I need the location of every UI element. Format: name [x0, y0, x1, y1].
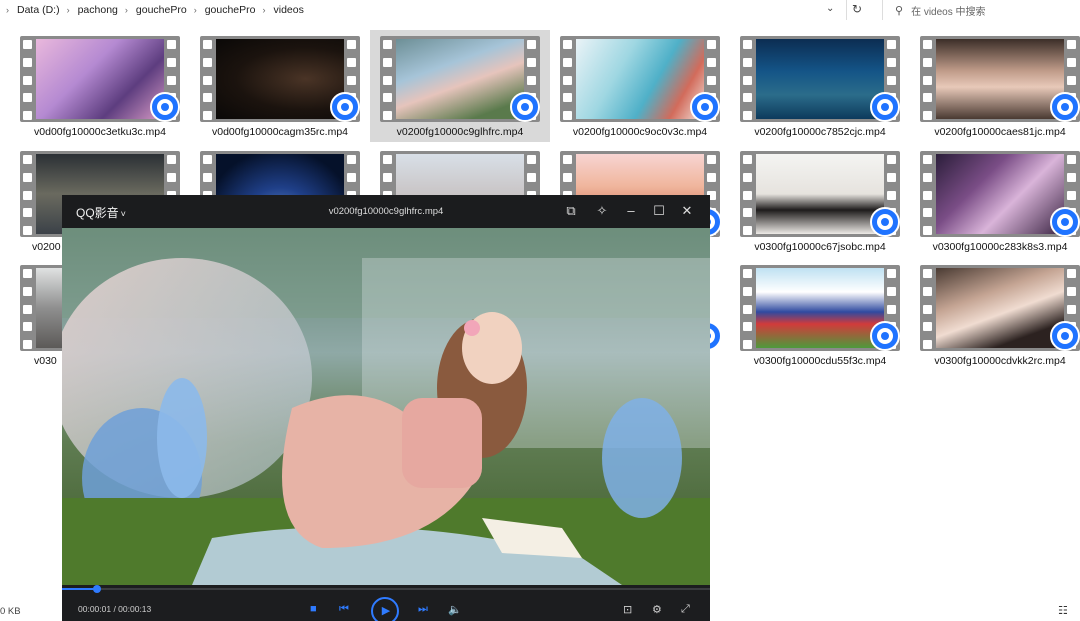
file-name: v0300fg10000c67jsobc.mp4 [754, 241, 886, 253]
seek-fill [62, 588, 97, 590]
file-item-selected[interactable]: v0200fg10000c9glhfrc.mp4 [370, 30, 550, 142]
qq-player-icon [690, 92, 720, 122]
search-placeholder: 在 videos 中搜索 [911, 6, 986, 18]
file-name: v0d00fg10000cagm35rc.mp4 [211, 126, 348, 138]
file-item[interactable]: v0300fg10000c283k8s3.mp4 [900, 145, 1080, 257]
video-frame[interactable] [62, 228, 710, 585]
file-item[interactable]: v0200fg10000c7852cjc.mp4 [720, 30, 900, 142]
next-icon[interactable]: ⏭ [418, 603, 428, 616]
playback-time: 00:00:01 / 00:00:13 [78, 604, 152, 614]
breadcrumb-item-gouchepro-2[interactable]: gouchePro [204, 4, 257, 16]
settings-icon[interactable]: ⚙ [652, 603, 662, 616]
file-item[interactable]: v0d00fg10000c3etku3c.mp4 [0, 30, 180, 142]
player-controls: 00:00:01 / 00:00:13 ■ ⏮ ▶ ⏭ 🔈 ⊡ ⚙ ⤢ [62, 593, 710, 621]
screenshot-tool-icon[interactable]: ⊡ [623, 603, 632, 616]
previous-icon[interactable]: ⏮ [339, 603, 349, 616]
volume-icon[interactable]: 🔈 [448, 603, 462, 616]
breadcrumb-item-drive[interactable]: Data (D:) [16, 4, 61, 16]
file-name: v0200fg10000c7852cjc.mp4 [754, 126, 886, 138]
file-name: v0200fg10000caes81jc.mp4 [934, 126, 1066, 138]
pin-icon[interactable]: ✧ [594, 203, 610, 219]
file-name: v0d00fg10000c3etku3c.mp4 [34, 126, 166, 138]
file-item[interactable]: v0200fg10000caes81jc.mp4 [900, 30, 1080, 142]
breadcrumb-chevron-icon: › [66, 5, 70, 15]
minimize-button[interactable]: – [623, 203, 639, 219]
player-title: v0200fg10000c9glhfrc.mp4 [328, 206, 444, 217]
address-bar[interactable]: › Data (D:) › pachong › gouchePro › gouc… [0, 0, 872, 20]
play-button[interactable]: ▶ [371, 597, 399, 621]
qq-player-icon [150, 92, 180, 122]
qq-player-icon [330, 92, 360, 122]
search-box[interactable]: ⚲ 在 videos 中搜索 [882, 0, 1080, 20]
breadcrumb-chevron-icon: › [262, 5, 266, 15]
status-size: 0 KB [0, 606, 21, 617]
breadcrumb-item-pachong[interactable]: pachong [77, 4, 119, 16]
stop-icon[interactable]: ■ [310, 603, 317, 615]
qq-player-icon [1050, 92, 1080, 122]
breadcrumb-chevron-icon: › [124, 5, 128, 15]
file-item[interactable]: v0300fg10000cdu55f3c.mp4 [720, 259, 900, 371]
file-name: v0300fg10000cdvkk2rc.mp4 [934, 355, 1066, 367]
file-item[interactable]: v0300fg10000cdvkk2rc.mp4 [900, 259, 1080, 371]
qq-player-icon [870, 321, 900, 351]
qq-player-icon [1050, 321, 1080, 351]
seek-handle[interactable] [92, 585, 101, 593]
refresh-icon[interactable]: ↻ [852, 2, 862, 16]
qq-player-icon [870, 92, 900, 122]
address-history-dropdown-icon[interactable]: ⌄ [826, 3, 834, 14]
qq-player-icon [510, 92, 540, 122]
maximize-button[interactable]: ☐ [651, 203, 667, 219]
file-item[interactable]: v0300fg10000c67jsobc.mp4 [720, 145, 900, 257]
file-item[interactable]: v0d00fg10000cagm35rc.mp4 [180, 30, 360, 142]
details-view-icon[interactable]: ☷ [1058, 604, 1068, 617]
breadcrumb-chevron-icon: › [6, 5, 9, 15]
seek-bar[interactable] [62, 585, 710, 593]
file-name: v0200fg10000c9oc0v3c.mp4 [572, 126, 708, 138]
address-divider [846, 0, 847, 20]
breadcrumb-item-videos[interactable]: videos [272, 4, 304, 16]
file-item[interactable]: v0200fg10000c9oc0v3c.mp4 [540, 30, 720, 142]
video-frame-image [62, 228, 710, 585]
breadcrumb-chevron-icon: › [193, 5, 197, 15]
fullscreen-icon[interactable]: ⤢ [681, 603, 690, 616]
file-name: v0200fg10000c9glhfrc.mp4 [396, 126, 524, 138]
qq-player-icon [870, 207, 900, 237]
search-icon: ⚲ [895, 4, 904, 17]
file-name: v0300fg10000cdu55f3c.mp4 [753, 355, 887, 367]
player-titlebar[interactable]: QQ影音 ˅ v0200fg10000c9glhfrc.mp4 ⧉ ✧ – ☐ ✕ [62, 195, 710, 228]
breadcrumb-item-gouchepro[interactable]: gouchePro [135, 4, 188, 16]
qq-player-window: QQ影音 ˅ v0200fg10000c9glhfrc.mp4 ⧉ ✧ – ☐ ✕ [62, 195, 710, 621]
close-button[interactable]: ✕ [679, 203, 695, 219]
seek-track [62, 588, 710, 590]
file-name: v0300fg10000c283k8s3.mp4 [932, 241, 1068, 253]
explorer-window: › Data (D:) › pachong › gouchePro › gouc… [0, 0, 1080, 621]
qq-player-icon [1050, 207, 1080, 237]
screenshot-icon[interactable]: ⧉ [563, 203, 579, 219]
